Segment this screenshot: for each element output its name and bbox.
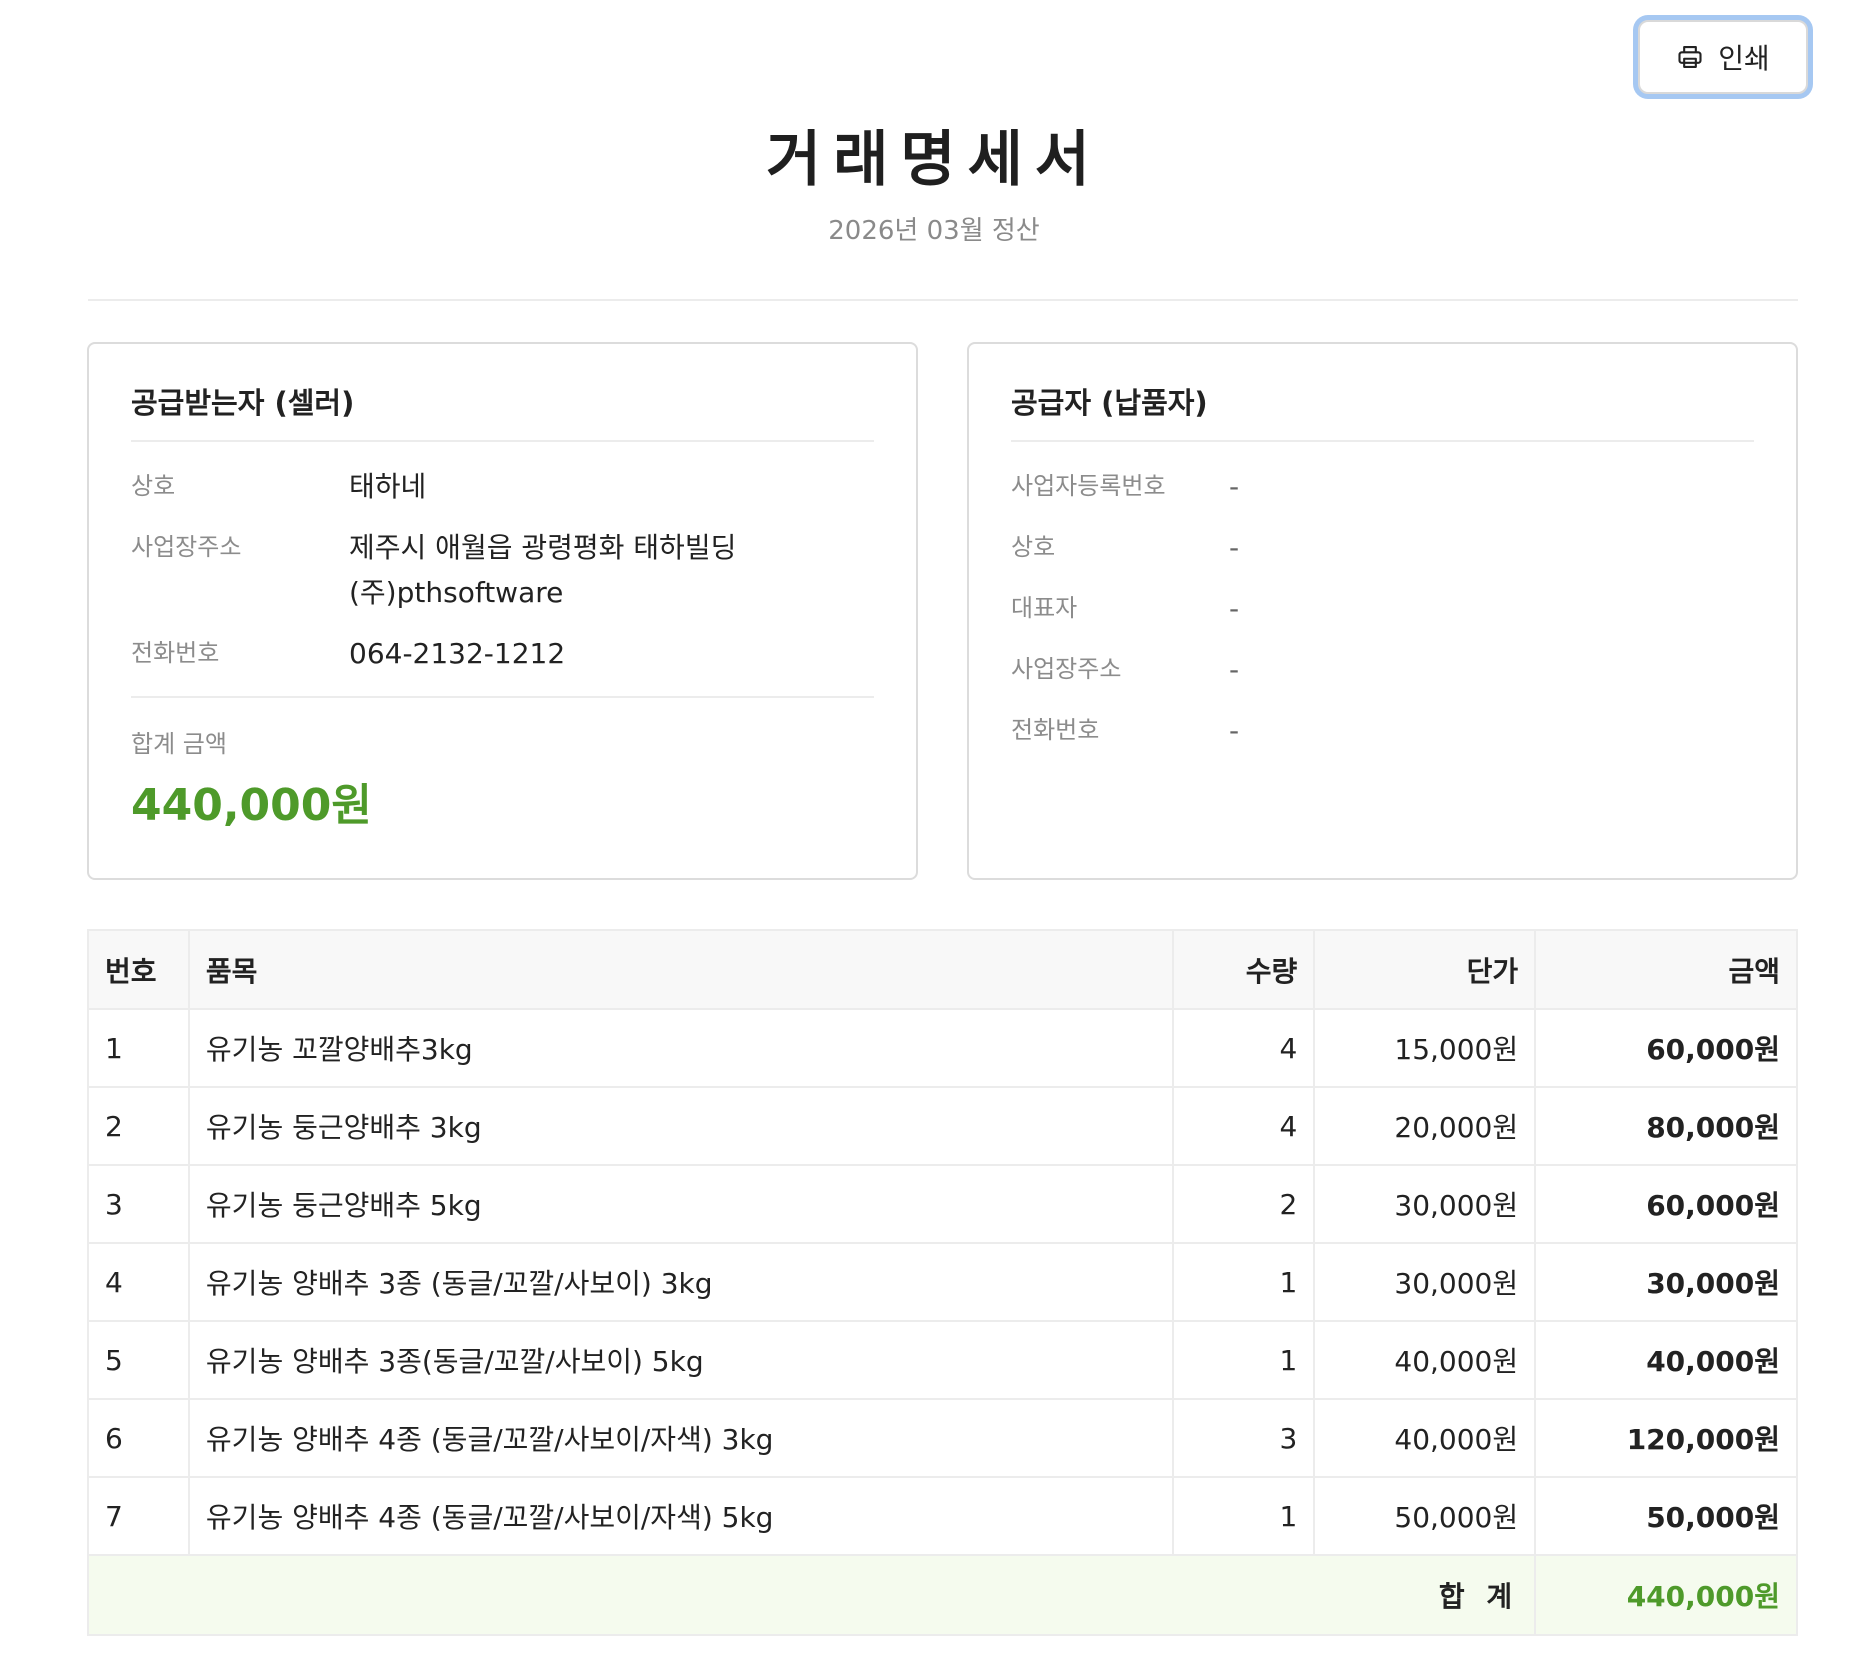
header-qty: 수량 <box>1172 929 1316 1010</box>
header-item: 품목 <box>187 929 1175 1010</box>
info-value: 태하네 <box>349 470 427 503</box>
cell-item: 유기농 둥근양배추 5kg <box>187 1164 1175 1244</box>
info-value: - <box>1229 531 1240 564</box>
cell-no: 7 <box>87 1476 190 1556</box>
total-amount-value: 440,000원 <box>131 780 372 831</box>
header-no: 번호 <box>87 929 190 1010</box>
info-value: 064-2132-1212 <box>349 637 566 670</box>
cell-item: 유기농 양배추 3종(동글/꼬깔/사보이) 5kg <box>187 1320 1175 1400</box>
table-row: 3 유기농 둥근양배추 5kg 2 30,000원 60,000원 <box>87 1164 1798 1244</box>
cell-no: 3 <box>87 1164 190 1244</box>
info-label: 사업장주소 <box>1011 655 1122 683</box>
page-title: 거래명세서 <box>766 125 1102 195</box>
supplier-row-representative: 대표자 - <box>1011 590 1754 631</box>
cell-no: 1 <box>87 1008 190 1088</box>
cell-qty: 1 <box>1172 1476 1316 1556</box>
statement-page: 인쇄 거래명세서 2026년 03월 정산 공급받는자 (셀러) 상호 태하네 … <box>0 0 1868 1676</box>
receiver-row-address: 사업장주소 제주시 애월읍 광령평화 태하빌딩 (주)pthsoftware <box>131 529 874 615</box>
receiver-card: 공급받는자 (셀러) 상호 태하네 사업장주소 제주시 애월읍 광령평화 태하빌… <box>87 342 918 880</box>
table-total-amount: 440,000원 <box>1534 1554 1798 1636</box>
table-total-label: 합 계 <box>86 1554 1537 1636</box>
cell-amount: 60,000원 <box>1534 1164 1798 1244</box>
table-total-row: 합 계 440,000원 <box>86 1554 1798 1636</box>
cell-price: 20,000원 <box>1313 1086 1537 1166</box>
table-row: 2 유기농 둥근양배추 3kg 4 20,000원 80,000원 <box>87 1086 1798 1166</box>
info-value: - <box>1229 470 1240 503</box>
cell-item: 유기농 양배추 4종 (동글/꼬깔/사보이/자색) 3kg <box>187 1398 1175 1478</box>
total-amount-label: 합계 금액 <box>131 730 227 758</box>
table-header-row: 번호 품목 수량 단가 금액 <box>87 929 1798 1010</box>
info-value: 제주시 애월읍 광령평화 태하빌딩 (주)pthsoftware <box>349 525 736 615</box>
address-line-1: 제주시 애월읍 광령평화 태하빌딩 <box>349 531 737 564</box>
info-label: 상호 <box>1011 533 1056 561</box>
table-row: 6 유기농 양배추 4종 (동글/꼬깔/사보이/자색) 3kg 3 40,000… <box>87 1398 1798 1478</box>
cell-price: 30,000원 <box>1313 1242 1537 1322</box>
supplier-info: 사업자등록번호 - 상호 - 대표자 - 사업장주소 - 전화번호 - <box>1011 442 1754 753</box>
info-label: 사업자등록번호 <box>1011 472 1166 500</box>
cell-amount: 80,000원 <box>1534 1086 1798 1166</box>
info-label: 사업장주소 <box>131 533 242 561</box>
cell-no: 4 <box>87 1242 190 1322</box>
cell-qty: 2 <box>1172 1164 1316 1244</box>
printer-icon <box>1676 43 1704 71</box>
address-line-2: (주)pthsoftware <box>349 576 564 609</box>
table-row: 5 유기농 양배추 3종(동글/꼬깔/사보이) 5kg 1 40,000원 40… <box>87 1320 1798 1400</box>
print-button-label: 인쇄 <box>1718 43 1770 74</box>
cell-price: 15,000원 <box>1313 1008 1537 1088</box>
cell-amount: 60,000원 <box>1534 1008 1798 1088</box>
cell-price: 40,000원 <box>1313 1320 1537 1400</box>
cell-qty: 4 <box>1172 1086 1316 1166</box>
cell-amount: 30,000원 <box>1534 1242 1798 1322</box>
print-button[interactable]: 인쇄 <box>1638 20 1808 94</box>
table-row: 7 유기농 양배추 4종 (동글/꼬깔/사보이/자색) 5kg 1 50,000… <box>87 1476 1798 1556</box>
cell-qty: 1 <box>1172 1242 1316 1322</box>
header-price: 단가 <box>1313 929 1537 1010</box>
info-label: 상호 <box>131 472 176 500</box>
supplier-row-address: 사업장주소 - <box>1011 651 1754 692</box>
items-table: 번호 품목 수량 단가 금액 1 유기농 꼬깔양배추3kg 4 15,000원 … <box>86 929 1798 1636</box>
receiver-row-phone: 전화번호 064-2132-1212 <box>131 635 874 676</box>
document-header: 거래명세서 2026년 03월 정산 <box>0 120 1868 248</box>
cell-amount: 40,000원 <box>1534 1320 1798 1400</box>
info-label: 전화번호 <box>131 639 220 667</box>
info-value: - <box>1229 714 1240 747</box>
receiver-info: 상호 태하네 사업장주소 제주시 애월읍 광령평화 태하빌딩 (주)pthsof… <box>131 442 874 676</box>
info-value: - <box>1229 592 1240 625</box>
cell-item: 유기농 양배추 4종 (동글/꼬깔/사보이/자색) 5kg <box>187 1476 1175 1556</box>
info-label: 대표자 <box>1011 594 1078 622</box>
cell-amount: 120,000원 <box>1534 1398 1798 1478</box>
cell-price: 50,000원 <box>1313 1476 1537 1556</box>
supplier-row-phone: 전화번호 - <box>1011 712 1754 753</box>
cell-price: 40,000원 <box>1313 1398 1537 1478</box>
cell-qty: 4 <box>1172 1008 1316 1088</box>
supplier-row-name: 상호 - <box>1011 529 1754 570</box>
settlement-period: 2026년 03월 정산 <box>828 216 1040 246</box>
header-amount: 금액 <box>1534 929 1798 1010</box>
cell-no: 5 <box>87 1320 190 1400</box>
table-row: 1 유기농 꼬깔양배추3kg 4 15,000원 60,000원 <box>87 1008 1798 1088</box>
supplier-card: 공급자 (납품자) 사업자등록번호 - 상호 - 대표자 - 사업장주소 - 전… <box>967 342 1798 880</box>
table-row: 4 유기농 양배추 3종 (동글/꼬깔/사보이) 3kg 1 30,000원 3… <box>87 1242 1798 1322</box>
cell-item: 유기농 둥근양배추 3kg <box>187 1086 1175 1166</box>
supplier-card-title: 공급자 (납품자) <box>1011 344 1754 442</box>
header-divider <box>88 299 1798 301</box>
cell-no: 6 <box>87 1398 190 1478</box>
supplier-row-business-number: 사업자등록번호 - <box>1011 468 1754 509</box>
cell-item: 유기농 양배추 3종 (동글/꼬깔/사보이) 3kg <box>187 1242 1175 1322</box>
cell-no: 2 <box>87 1086 190 1166</box>
cell-amount: 50,000원 <box>1534 1476 1798 1556</box>
receiver-row-name: 상호 태하네 <box>131 468 874 509</box>
cell-item: 유기농 꼬깔양배추3kg <box>187 1008 1175 1088</box>
cell-qty: 3 <box>1172 1398 1316 1478</box>
receiver-card-title: 공급받는자 (셀러) <box>131 344 874 442</box>
cell-price: 30,000원 <box>1313 1164 1537 1244</box>
info-label: 전화번호 <box>1011 716 1100 744</box>
cell-qty: 1 <box>1172 1320 1316 1400</box>
receiver-total: 합계 금액 440,000원 <box>131 696 874 834</box>
info-value: - <box>1229 653 1240 686</box>
